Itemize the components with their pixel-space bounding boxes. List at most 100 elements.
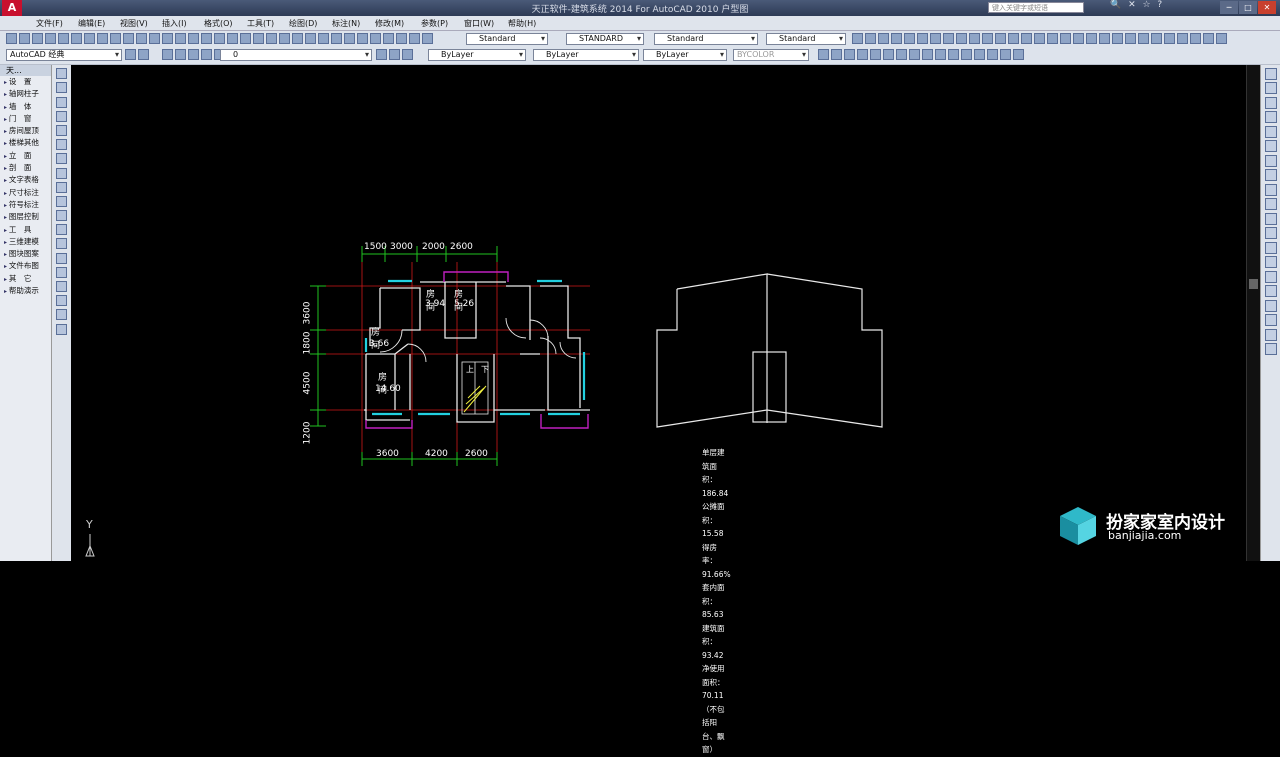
standard-tool-icons[interactable] [6, 33, 433, 45]
spline-tool-icon[interactable] [56, 181, 67, 193]
ellipse-arc-tool-icon[interactable] [56, 210, 67, 222]
sidebar-item-blocks[interactable]: 图块图案 [0, 248, 51, 260]
mirror-icon[interactable] [1265, 96, 1277, 109]
join-icon[interactable] [1265, 241, 1277, 254]
rectangle-tool-icon[interactable] [56, 124, 67, 136]
sidebar-item-layout[interactable]: 文件布图 [0, 260, 51, 272]
properties-icon[interactable] [1265, 299, 1277, 312]
linetype-select[interactable]: ByLayer [533, 49, 639, 61]
arc-tool-icon[interactable] [56, 139, 67, 151]
draw-toolbar [52, 65, 72, 561]
rotate-icon[interactable] [1265, 154, 1277, 167]
maximize-button[interactable]: □ [1239, 1, 1257, 14]
watermark-url: banjiajia.com [1108, 529, 1182, 542]
drawing-canvas[interactable] [71, 65, 1246, 561]
sidebar-item-door-window[interactable]: 门 窗 [0, 113, 51, 125]
sidebar-item-stairs[interactable]: 楼梯其他 [0, 137, 51, 149]
offset-icon[interactable] [1265, 111, 1277, 123]
menu-bar: 文件(F) 编辑(E) 视图(V) 插入(I) 格式(O) 工具(T) 绘图(D… [0, 16, 1280, 31]
menu-file[interactable]: 文件(F) [36, 18, 63, 29]
mtext-tool-icon[interactable] [56, 323, 67, 335]
help-search-input[interactable]: 键入关键字或短语 [988, 2, 1084, 13]
fillet-icon[interactable] [1265, 270, 1277, 283]
polyline-tool-icon[interactable] [56, 96, 67, 108]
dim-style-select[interactable]: STANDARD [566, 33, 644, 45]
layer-select[interactable]: 0 [220, 49, 372, 61]
revcloud-tool-icon[interactable] [56, 167, 67, 179]
line-tool-icon[interactable] [56, 68, 67, 80]
sidebar-item-layer-control[interactable]: 图层控制 [0, 211, 51, 223]
vertical-scrollbar[interactable] [1246, 65, 1260, 561]
menu-edit[interactable]: 编辑(E) [78, 18, 105, 29]
menu-insert[interactable]: 插入(I) [162, 18, 187, 29]
erase-icon[interactable] [1265, 67, 1277, 80]
layer-extra-icons[interactable] [376, 49, 413, 61]
sidebar-item-3d[interactable]: 三维建模 [0, 236, 51, 248]
standard-toolbar: Standard STANDARD Standard Standard [0, 31, 1280, 48]
menu-tools[interactable]: 工具(T) [247, 18, 274, 29]
building-outline [656, 273, 883, 428]
infocenter-icons[interactable]: 🔍 ✕ ☆ ? [1110, 0, 1164, 10]
circle-tool-icon[interactable] [56, 153, 67, 165]
sidebar-item-room-roof[interactable]: 房间屋顶 [0, 125, 51, 137]
explode-icon[interactable] [1265, 285, 1277, 297]
view-tool-icons[interactable] [818, 49, 1024, 61]
menu-help[interactable]: 帮助(H) [508, 18, 536, 29]
sidebar-item-settings[interactable]: 设 置 [0, 76, 51, 88]
window-controls: ─ □ ✕ [1220, 1, 1276, 14]
menu-format[interactable]: 格式(O) [204, 18, 233, 29]
sidebar-item-wall[interactable]: 墙 体 [0, 101, 51, 113]
menu-dimension[interactable]: 标注(N) [332, 18, 360, 29]
scrollbar-thumb[interactable] [1249, 279, 1258, 289]
gradient-tool-icon[interactable] [56, 281, 67, 292]
table-tool-icon[interactable] [56, 309, 67, 321]
matchprop-icon[interactable] [1265, 314, 1277, 326]
sidebar-item-section[interactable]: 剖 面 [0, 162, 51, 174]
workspace-icons[interactable] [125, 49, 149, 61]
array-icon[interactable] [1265, 125, 1277, 138]
lineweight-select[interactable]: ByLayer [643, 49, 727, 61]
hatch-tool-icon[interactable] [56, 266, 67, 278]
stretch-icon[interactable] [1265, 183, 1277, 196]
menu-modify[interactable]: 修改(M) [375, 18, 404, 29]
close-button[interactable]: ✕ [1258, 1, 1276, 14]
tarch-tool-icons[interactable] [852, 33, 1227, 45]
workspace-select[interactable]: AutoCAD 经典 [6, 49, 122, 61]
sidebar-item-text-table[interactable]: 文字表格 [0, 174, 51, 186]
group-icon[interactable] [1265, 343, 1277, 355]
sidebar-header[interactable]: 天... [0, 65, 51, 76]
plotstyle-select[interactable]: BYCOLOR [733, 49, 809, 61]
point-tool-icon[interactable] [56, 252, 67, 264]
draworder-icon[interactable] [1265, 328, 1277, 341]
minimize-button[interactable]: ─ [1220, 1, 1238, 14]
xline-tool-icon[interactable] [56, 82, 67, 94]
sidebar-item-axis-column[interactable]: 轴网柱子 [0, 88, 51, 100]
region-tool-icon[interactable] [56, 295, 67, 307]
menu-draw[interactable]: 绘图(D) [289, 18, 317, 29]
extend-icon[interactable] [1265, 212, 1277, 225]
table-style-select[interactable]: Standard [654, 33, 758, 45]
insert-block-icon[interactable] [56, 224, 67, 236]
move-icon[interactable] [1265, 140, 1277, 152]
sidebar-item-elevation[interactable]: 立 面 [0, 150, 51, 162]
sidebar-item-symbol[interactable]: 符号标注 [0, 199, 51, 211]
sidebar-item-dimension[interactable]: 尺寸标注 [0, 187, 51, 199]
copy-icon[interactable] [1265, 82, 1277, 94]
sidebar-item-other[interactable]: 其 它 [0, 273, 51, 285]
menu-view[interactable]: 视图(V) [120, 18, 148, 29]
menu-parameter[interactable]: 参数(P) [421, 18, 448, 29]
ellipse-tool-icon[interactable] [56, 195, 67, 207]
chamfer-icon[interactable] [1265, 256, 1277, 268]
trim-icon[interactable] [1265, 198, 1277, 210]
menu-window[interactable]: 窗口(W) [464, 18, 494, 29]
make-block-icon[interactable] [56, 238, 67, 250]
mleader-style-select[interactable]: Standard [766, 33, 846, 45]
polygon-tool-icon[interactable] [56, 110, 67, 122]
sidebar-item-help[interactable]: 帮助演示 [0, 285, 51, 297]
properties-toolbar: AutoCAD 经典 0 ByLayer ByLayer ByLayer BYC… [0, 47, 1280, 65]
text-style-select[interactable]: Standard [466, 33, 548, 45]
sidebar-item-tools[interactable]: 工 具 [0, 224, 51, 236]
scale-icon[interactable] [1265, 169, 1277, 181]
color-select[interactable]: ByLayer [428, 49, 526, 61]
break-icon[interactable] [1265, 227, 1277, 239]
